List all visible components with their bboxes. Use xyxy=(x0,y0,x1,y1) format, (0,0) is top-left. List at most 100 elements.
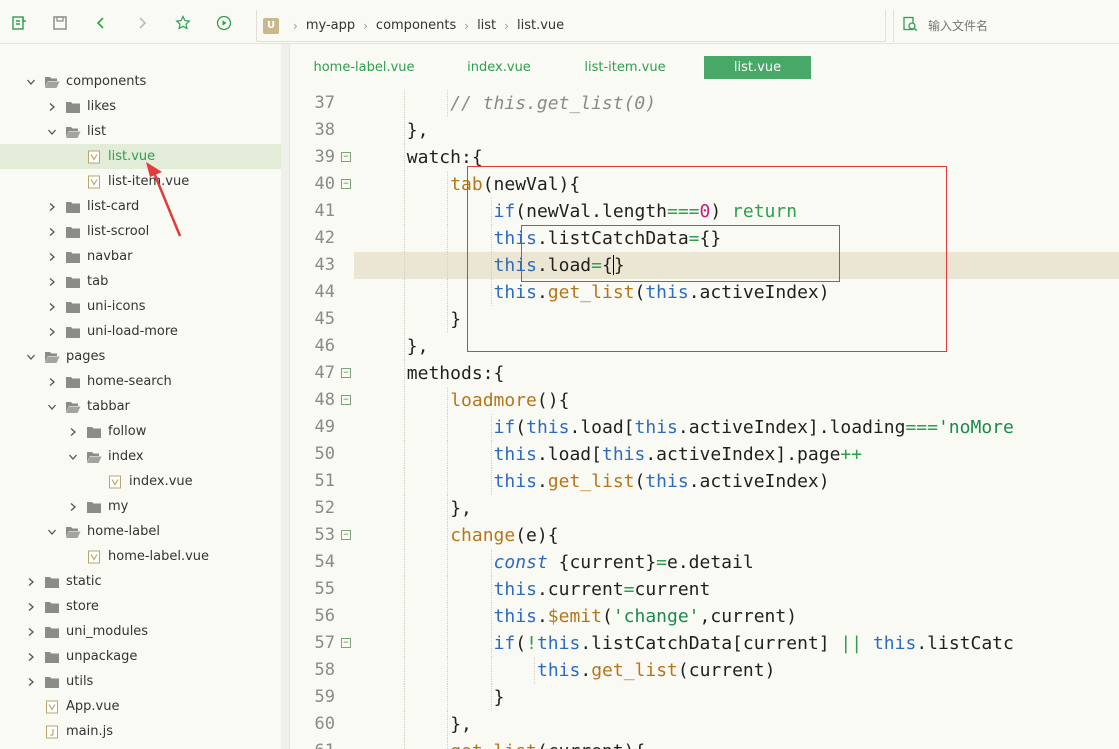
breadcrumb-item[interactable]: my-app xyxy=(306,18,355,33)
tree-item-home-label-vue[interactable]: home-label.vue xyxy=(0,544,282,569)
code-token: . xyxy=(536,606,548,627)
tree-item-index-vue[interactable]: index.vue xyxy=(0,469,282,494)
tree-item-components[interactable]: components xyxy=(0,69,282,94)
file-search-input[interactable] xyxy=(928,19,1108,33)
chevron-right-icon[interactable] xyxy=(45,200,59,214)
tree-item-navbar[interactable]: navbar xyxy=(0,244,282,269)
tree-item-store[interactable]: store xyxy=(0,594,282,619)
code-line[interactable]: 56 this.$emit('change',current) xyxy=(291,603,1119,630)
tab-list-vue[interactable]: list.vue xyxy=(704,56,811,79)
code-line[interactable]: 47− methods:{ xyxy=(291,360,1119,387)
fold-toggle-icon[interactable]: − xyxy=(341,152,351,162)
sidebar-scrollbar[interactable] xyxy=(281,44,289,749)
code-line[interactable]: 53− change(e){ xyxy=(291,522,1119,549)
code-token: .activeIndex].page xyxy=(645,444,841,465)
indent-guide xyxy=(490,684,492,711)
code-token: this xyxy=(536,633,581,654)
code-line[interactable]: 59} xyxy=(291,684,1119,711)
breadcrumb-item[interactable]: list xyxy=(477,18,496,33)
tab-index-vue[interactable]: index.vue xyxy=(459,56,539,79)
chevron-right-icon[interactable] xyxy=(66,500,80,514)
tree-item-tab[interactable]: tab xyxy=(0,269,282,294)
tree-item-app-vue[interactable]: App.vue xyxy=(0,694,282,719)
chevron-right-icon[interactable] xyxy=(45,275,59,289)
indent-guide xyxy=(447,630,449,657)
folder-icon xyxy=(44,675,60,689)
back-icon[interactable] xyxy=(92,14,110,32)
code-line[interactable]: 54 const {current}=e.detail xyxy=(291,549,1119,576)
new-file-icon[interactable] xyxy=(10,14,28,32)
tree-item-list[interactable]: list xyxy=(0,119,282,144)
indent-guide xyxy=(447,414,449,441)
chevron-right-icon[interactable] xyxy=(24,575,38,589)
code-token: methods:{ xyxy=(406,363,505,384)
tree-item-follow[interactable]: follow xyxy=(0,419,282,444)
chevron-down-icon[interactable] xyxy=(66,450,80,464)
code-line[interactable]: 61 get_list(current){ xyxy=(291,738,1119,749)
code-line[interactable]: 60}, xyxy=(291,711,1119,738)
chevron-right-icon[interactable] xyxy=(45,300,59,314)
tree-item-static[interactable]: static xyxy=(0,569,282,594)
tab-home-label-vue[interactable]: home-label.vue xyxy=(309,56,419,79)
tree-item-uni-load-more[interactable]: uni-load-more xyxy=(0,319,282,344)
tab-list-item-vue[interactable]: list-item.vue xyxy=(579,56,671,79)
fold-toggle-icon[interactable]: − xyxy=(341,368,351,378)
tree-item-tabbar[interactable]: tabbar xyxy=(0,394,282,419)
tree-item-utils[interactable]: utils xyxy=(0,669,282,694)
fold-toggle-icon[interactable]: − xyxy=(341,395,351,405)
tree-item-my[interactable]: my xyxy=(0,494,282,519)
chevron-right-icon[interactable] xyxy=(24,675,38,689)
tree-item-main-js[interactable]: main.js xyxy=(0,719,282,744)
tree-item-index[interactable]: index xyxy=(0,444,282,469)
tree-item-home-label[interactable]: home-label xyxy=(0,519,282,544)
forward-icon[interactable] xyxy=(133,14,151,32)
line-number: 45 xyxy=(314,309,335,329)
chevron-down-icon[interactable] xyxy=(45,125,59,139)
line-number: 47 xyxy=(314,363,335,383)
code-line[interactable]: 57− if(!this.listCatchData[current] || th… xyxy=(291,630,1119,657)
tree-item-likes[interactable]: likes xyxy=(0,94,282,119)
chevron-right-icon[interactable] xyxy=(45,100,59,114)
fold-toggle-icon[interactable]: − xyxy=(341,530,351,540)
tree-item-label: tabbar xyxy=(87,399,130,414)
fold-toggle-icon[interactable]: − xyxy=(341,179,351,189)
tree-item-pages[interactable]: pages xyxy=(0,344,282,369)
chevron-right-icon[interactable] xyxy=(24,650,38,664)
code-line[interactable]: 48− loadmore(){ xyxy=(291,387,1119,414)
code-token: // this.get_list(0) xyxy=(450,93,657,114)
tree-item-uni-modules[interactable]: uni_modules xyxy=(0,619,282,644)
code-line[interactable]: 49 if(this.load[this.activeIndex].loading… xyxy=(291,414,1119,441)
chevron-right-icon[interactable] xyxy=(45,225,59,239)
star-icon[interactable] xyxy=(174,14,192,32)
save-icon[interactable] xyxy=(51,14,69,32)
chevron-down-icon[interactable] xyxy=(24,350,38,364)
code-token: (current){ xyxy=(537,741,645,749)
code-line[interactable]: 55 this.current=current xyxy=(291,576,1119,603)
tree-item-unpackage[interactable]: unpackage xyxy=(0,644,282,669)
breadcrumb-item[interactable]: components xyxy=(376,18,456,33)
indent-guide xyxy=(490,603,492,630)
chevron-right-icon[interactable] xyxy=(45,325,59,339)
code-line[interactable]: 52}, xyxy=(291,495,1119,522)
chevron-right-icon: › xyxy=(363,18,368,33)
fold-toggle-icon[interactable]: − xyxy=(341,638,351,648)
tree-item-uni-icons[interactable]: uni-icons xyxy=(0,294,282,319)
chevron-down-icon[interactable] xyxy=(45,525,59,539)
code-line[interactable]: 37 // this.get_list(0) xyxy=(291,90,1119,117)
folder-open-icon xyxy=(65,525,81,539)
chevron-right-icon[interactable] xyxy=(66,425,80,439)
run-icon[interactable] xyxy=(215,14,233,32)
chevron-right-icon[interactable] xyxy=(24,600,38,614)
code-line[interactable]: 38}, xyxy=(291,117,1119,144)
code-line[interactable]: 50 this.load[this.activeIndex].page++ xyxy=(291,441,1119,468)
chevron-right-icon[interactable] xyxy=(45,250,59,264)
chevron-down-icon[interactable] xyxy=(24,75,38,89)
code-line[interactable]: 58 this.get_list(current) xyxy=(291,657,1119,684)
tree-item-home-search[interactable]: home-search xyxy=(0,369,282,394)
chevron-right-icon[interactable] xyxy=(24,625,38,639)
code-line[interactable]: 51 this.get_list(this.activeIndex) xyxy=(291,468,1119,495)
chevron-down-icon[interactable] xyxy=(45,400,59,414)
chevron-right-icon[interactable] xyxy=(45,375,59,389)
code-token: ( xyxy=(515,417,527,438)
breadcrumb-item[interactable]: list.vue xyxy=(517,18,564,33)
